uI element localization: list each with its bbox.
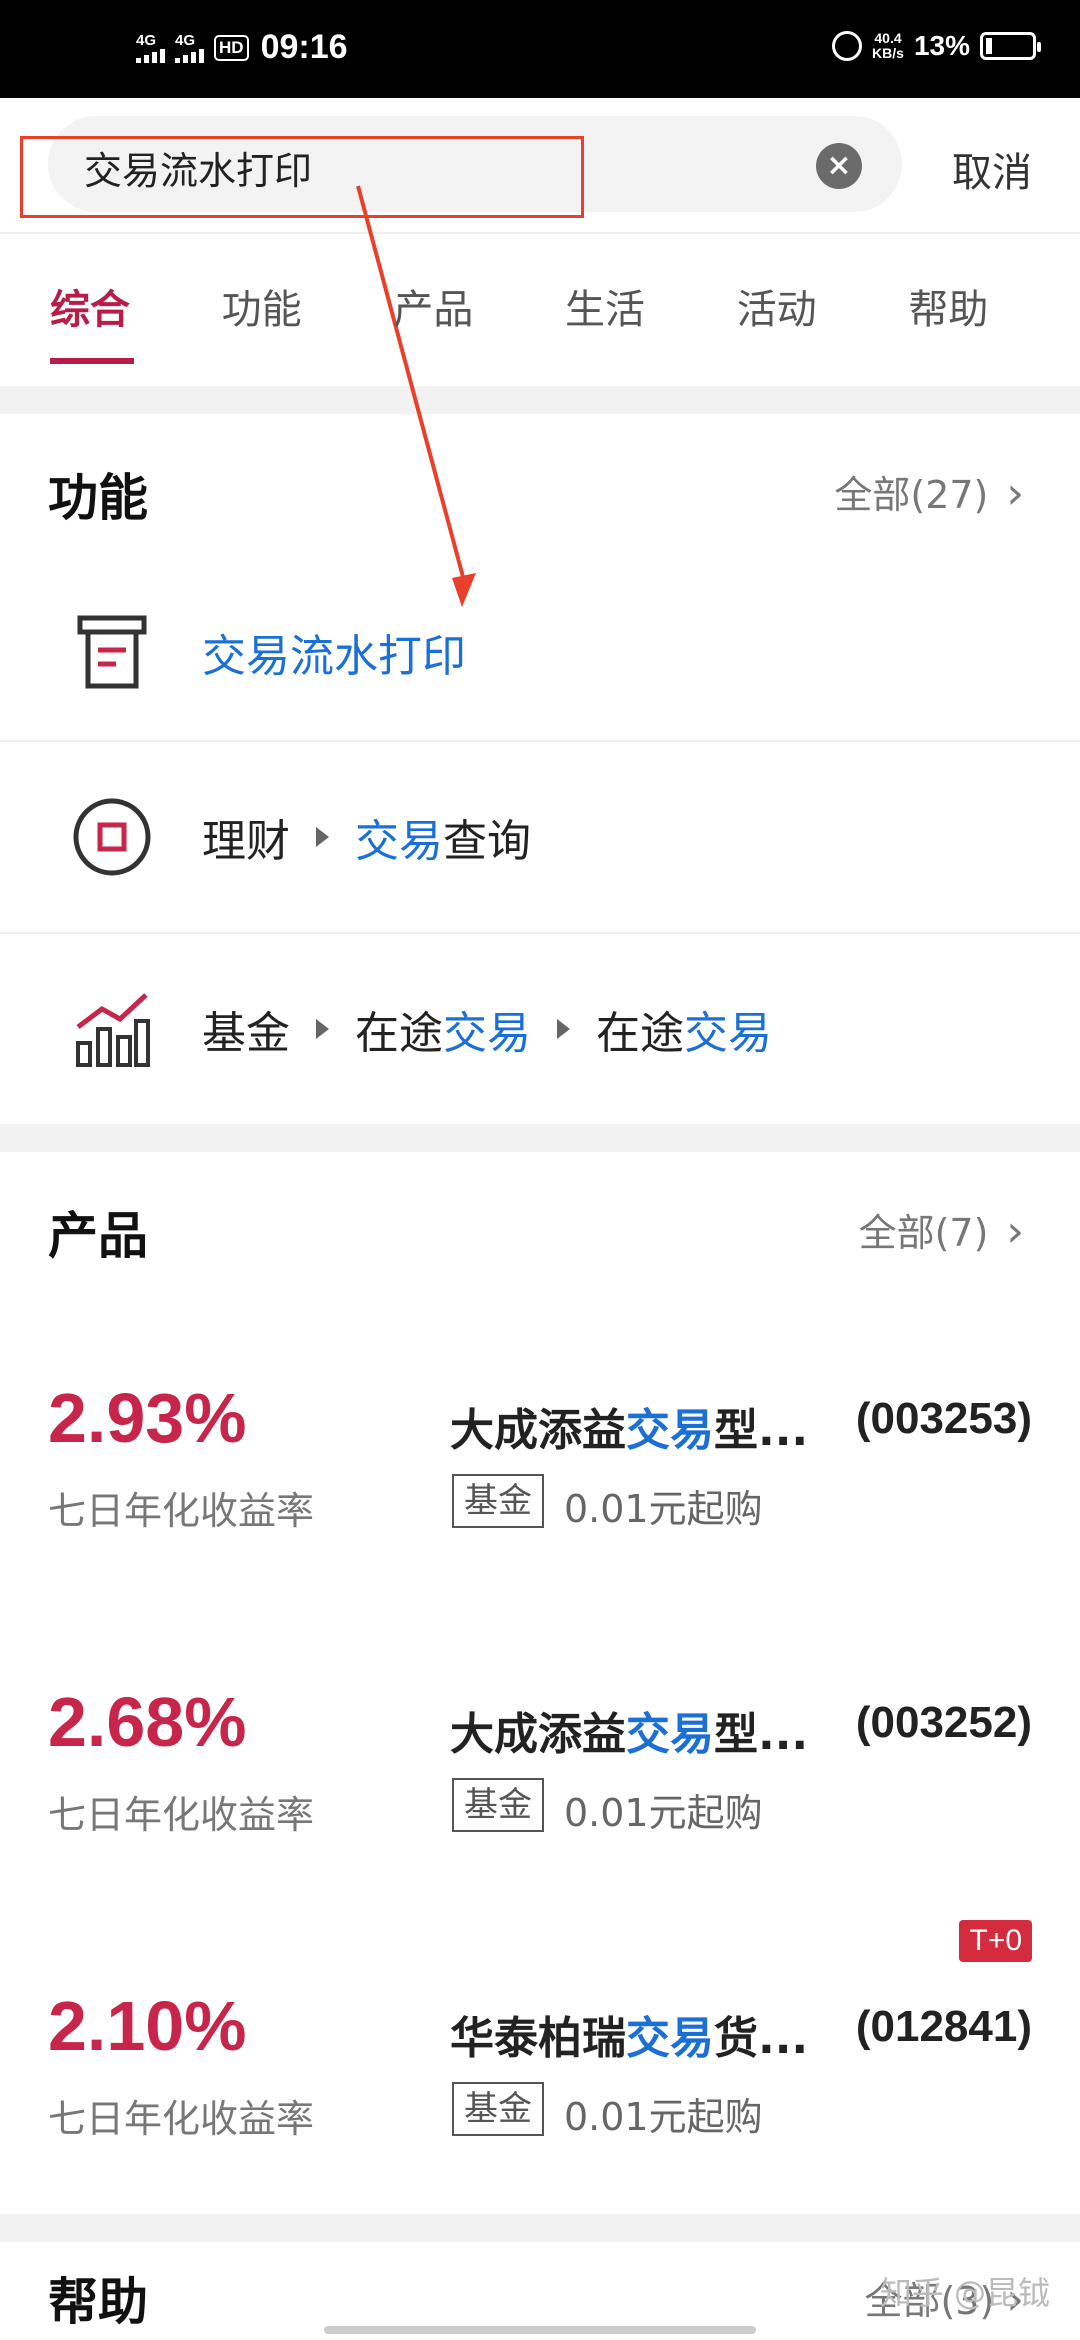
category-tabs: 综合 功能 产品 生活 活动 帮助 <box>0 234 1080 386</box>
tab-life[interactable]: 生活 <box>565 234 737 386</box>
path-fund: 基金 <box>202 1008 290 1059</box>
printer-icon <box>77 615 147 689</box>
product-name: 大成添益交易型... (003252) <box>450 1698 1032 1762</box>
path-query: 交易查询 <box>355 816 531 867</box>
product-type-tag: 基金 <box>452 2082 544 2136</box>
path-transit-2: 在途交易 <box>596 1008 772 1059</box>
product-rate: 2.68% <box>48 1683 247 1761</box>
tab-all[interactable]: 综合 <box>50 234 222 386</box>
tab-products[interactable]: 产品 <box>393 234 565 386</box>
product-rate-label: 七日年化收益率 <box>48 2097 315 2141</box>
product-name-post: 型... <box>714 1709 809 1760</box>
product-rate-label: 七日年化收益率 <box>48 1793 315 1837</box>
watermark: 知乎 @昆钺 <box>879 2274 1050 2312</box>
fund-chart-icon <box>76 993 150 1067</box>
help-title: 帮助 <box>48 2273 148 2331</box>
tab-functions[interactable]: 功能 <box>222 234 394 386</box>
product-name-post: 型... <box>714 1405 809 1456</box>
product-min-purchase: 0.01元起购 <box>564 1791 763 1835</box>
product-name: 大成添益交易型... (003253) <box>450 1394 1032 1458</box>
caret-right-icon <box>316 827 329 847</box>
wealth-icon <box>73 798 151 876</box>
product-name: 华泰柏瑞交易货... (012841) <box>450 2002 1032 2066</box>
functions-all-label: 全部(27) <box>834 473 989 517</box>
functions-title: 功能 <box>48 469 148 527</box>
products-all-label: 全部(7) <box>858 1211 989 1255</box>
product-item[interactable]: 2.68% 七日年化收益率 大成添益交易型... (003252) 基金 0.01… <box>0 1606 1080 1910</box>
tab-activities[interactable]: 活动 <box>737 234 909 386</box>
caret-right-icon <box>316 1019 329 1039</box>
section-divider <box>0 1124 1080 1152</box>
product-item[interactable]: T+0 2.10% 七日年化收益率 华泰柏瑞交易货... (012841) 基金 … <box>0 1910 1080 2214</box>
product-name-highlight: 交易 <box>626 2013 714 2064</box>
function-item-wealth-query[interactable]: 理财 交易查询 <box>0 740 1080 932</box>
product-code: (003253) <box>855 1394 1032 1443</box>
product-type-tag: 基金 <box>452 1778 544 1832</box>
product-min-purchase: 0.01元起购 <box>564 2095 763 2139</box>
function-item-fund-transit[interactable]: 基金 在途交易 在途交易 <box>0 932 1080 1124</box>
product-rate: 2.93% <box>48 1379 247 1457</box>
product-code: (012841) <box>855 2002 1032 2051</box>
chevron-right-icon: › <box>1006 1206 1024 1257</box>
product-rate: 2.10% <box>48 1987 247 2065</box>
path-wealth: 理财 <box>202 816 290 867</box>
home-indicator[interactable] <box>324 2326 756 2334</box>
product-name-highlight: 交易 <box>626 1709 714 1760</box>
product-min-purchase: 0.01元起购 <box>564 1487 763 1531</box>
product-type-tag: 基金 <box>452 1474 544 1528</box>
product-name-pre: 华泰柏瑞 <box>450 2013 626 2064</box>
products-view-all[interactable]: 全部(7) › <box>859 1202 1024 1257</box>
section-divider <box>0 2214 1080 2242</box>
product-name-pre: 大成添益 <box>450 1405 626 1456</box>
functions-header: 功能 全部(27) › <box>0 414 1080 564</box>
function-item-print[interactable]: 交易流水打印 <box>0 564 1080 740</box>
products-header: 产品 全部(7) › <box>0 1152 1080 1302</box>
t0-badge: T+0 <box>959 1920 1032 1962</box>
functions-view-all[interactable]: 全部(27) › <box>834 464 1024 519</box>
product-name-highlight: 交易 <box>626 1405 714 1456</box>
path-transit-1: 在途交易 <box>355 1008 531 1059</box>
product-code: (003252) <box>855 1698 1032 1747</box>
caret-right-icon <box>557 1019 570 1039</box>
product-name-pre: 大成添益 <box>450 1709 626 1760</box>
product-rate-label: 七日年化收益率 <box>48 1489 315 1533</box>
product-name-post: 货... <box>714 2013 809 2064</box>
products-title: 产品 <box>48 1207 148 1265</box>
chevron-right-icon: › <box>1006 468 1024 519</box>
product-item[interactable]: 2.93% 七日年化收益率 大成添益交易型... (003253) 基金 0.01… <box>0 1302 1080 1606</box>
tab-help[interactable]: 帮助 <box>908 234 1080 386</box>
function-item-label: 交易流水打印 <box>202 631 466 682</box>
